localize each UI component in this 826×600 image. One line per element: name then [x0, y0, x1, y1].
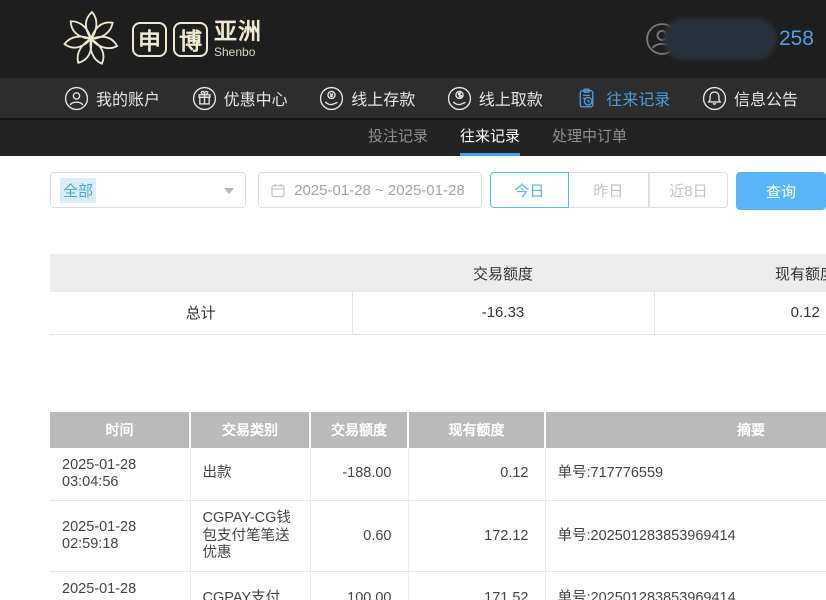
- calendar-icon: [270, 182, 286, 198]
- tab-betting-records[interactable]: 投注记录: [368, 120, 428, 156]
- cell-trade-amount: 0.60: [310, 501, 408, 572]
- nav-label: 我的账户: [96, 86, 160, 110]
- table-row: 2025-01-28 02:59:18 CGPAY支付 100.00 171.5…: [50, 572, 826, 600]
- tab-pending-orders[interactable]: 处理中订单: [552, 120, 627, 156]
- cell-summary: 单号:717776559: [545, 448, 826, 501]
- cell-trade-amount: 100.00: [310, 572, 408, 600]
- nav-item-announcements[interactable]: 信息公告: [702, 86, 798, 111]
- account-person-icon: [64, 86, 89, 111]
- filter-row: 全部 2025-01-28 ~ 2025-01-28 今日 昨日 近8日 查询: [50, 172, 826, 210]
- search-button[interactable]: 查询: [736, 172, 826, 210]
- brand-char-bo: 博: [173, 22, 208, 57]
- cell-type: 出款: [190, 448, 310, 501]
- cell-type: CGPAY支付: [190, 572, 310, 600]
- brand-subtitle: Shenbo: [214, 46, 262, 58]
- col-header-summary: 摘要: [545, 412, 826, 448]
- flower-logo-icon: [56, 7, 126, 71]
- date-range-value: 2025-01-28 ~ 2025-01-28: [294, 182, 465, 199]
- summary-total-balance: 0.12: [654, 292, 826, 334]
- category-select[interactable]: 全部: [50, 172, 246, 208]
- records-table: 时间 交易类别 交易额度 现有额度 摘要 2025-01-28 03:04:56…: [50, 412, 826, 600]
- records-clipboard-icon: [574, 86, 599, 111]
- brand-char-shen: 申: [132, 22, 167, 57]
- cell-summary: 单号:202501283853969414: [545, 501, 826, 572]
- records-header-row: 时间 交易类别 交易额度 现有额度 摘要: [50, 412, 826, 448]
- summary-header-empty: [50, 254, 352, 292]
- cell-balance: 171.52: [408, 572, 545, 600]
- bell-icon: [702, 86, 727, 111]
- chevron-down-icon: [224, 188, 234, 194]
- summary-total-label: 总计: [50, 292, 352, 334]
- col-header-trade-amount: 交易额度: [310, 412, 408, 448]
- cell-time: 2025-01-28 03:04:56: [50, 448, 190, 501]
- table-row: 2025-01-28 03:04:56 出款 -188.00 0.12 单号:7…: [50, 448, 826, 501]
- top-brand-bar: 申 博 亚洲 Shenbo 258: [0, 0, 826, 78]
- username-redacted-blur: [663, 18, 777, 60]
- nav-item-online-deposit[interactable]: 线上存款: [319, 86, 415, 111]
- gift-icon: [192, 86, 217, 111]
- summary-header-row: 交易额度 现有额度: [50, 254, 826, 292]
- cell-time: 2025-01-28 02:59:18: [50, 501, 190, 572]
- tab-transaction-records[interactable]: 往来记录: [460, 120, 520, 156]
- today-button[interactable]: 今日: [490, 172, 569, 208]
- cell-time: 2025-01-28 02:59:18: [50, 572, 190, 600]
- cell-summary: 单号:202501283853969414: [545, 572, 826, 600]
- table-row: 2025-01-28 02:59:18 CGPAY-CG钱包支付笔笔送优惠 0.…: [50, 501, 826, 572]
- category-selected-value: 全部: [60, 178, 96, 203]
- yesterday-button[interactable]: 昨日: [569, 172, 649, 208]
- date-range-picker[interactable]: 2025-01-28 ~ 2025-01-28: [258, 172, 482, 208]
- brand-region-cn: 亚洲: [214, 20, 262, 43]
- summary-total-trade: -16.33: [352, 292, 654, 334]
- last-8-days-button[interactable]: 近8日: [649, 172, 728, 208]
- username-suffix: 258: [779, 27, 814, 51]
- col-header-type: 交易类别: [190, 412, 310, 448]
- cell-balance: 0.12: [408, 448, 545, 501]
- nav-label: 线上存款: [351, 86, 415, 110]
- summary-header-trade-amount: 交易额度: [352, 254, 654, 292]
- quick-range-button-group: 今日 昨日 近8日: [490, 172, 728, 208]
- cell-balance: 172.12: [408, 501, 545, 572]
- summary-total-row: 总计 -16.33 0.12: [50, 292, 826, 334]
- nav-item-online-withdraw[interactable]: 线上取款: [447, 86, 543, 111]
- cell-trade-amount: -188.00: [310, 448, 408, 501]
- main-navigation: 我的账户 优惠中心 线上存款: [0, 78, 826, 118]
- user-account-area[interactable]: 258: [645, 18, 814, 60]
- col-header-balance: 现有额度: [408, 412, 545, 448]
- nav-item-promotions[interactable]: 优惠中心: [192, 86, 288, 111]
- summary-table: 交易额度 现有额度 总计 -16.33 0.12: [50, 254, 826, 335]
- nav-label: 往来记录: [606, 86, 670, 110]
- nav-label: 线上取款: [479, 86, 543, 110]
- col-header-time: 时间: [50, 412, 190, 448]
- summary-header-balance: 现有额度: [654, 254, 826, 292]
- app-window: 申 博 亚洲 Shenbo 258 我的账户: [0, 0, 826, 600]
- nav-label: 优惠中心: [224, 86, 288, 110]
- nav-item-my-account[interactable]: 我的账户: [64, 86, 160, 111]
- nav-item-transaction-records[interactable]: 往来记录: [574, 86, 670, 111]
- nav-label: 信息公告: [734, 86, 798, 110]
- sub-navigation: 投注记录 往来记录 处理中订单: [0, 118, 826, 156]
- cell-type: CGPAY-CG钱包支付笔笔送优惠: [190, 501, 310, 572]
- withdraw-hand-coin-icon: [447, 86, 472, 111]
- brand-logo: 申 博 亚洲 Shenbo: [56, 7, 262, 71]
- brand-region: 亚洲 Shenbo: [214, 20, 262, 58]
- deposit-hand-coin-icon: [319, 86, 344, 111]
